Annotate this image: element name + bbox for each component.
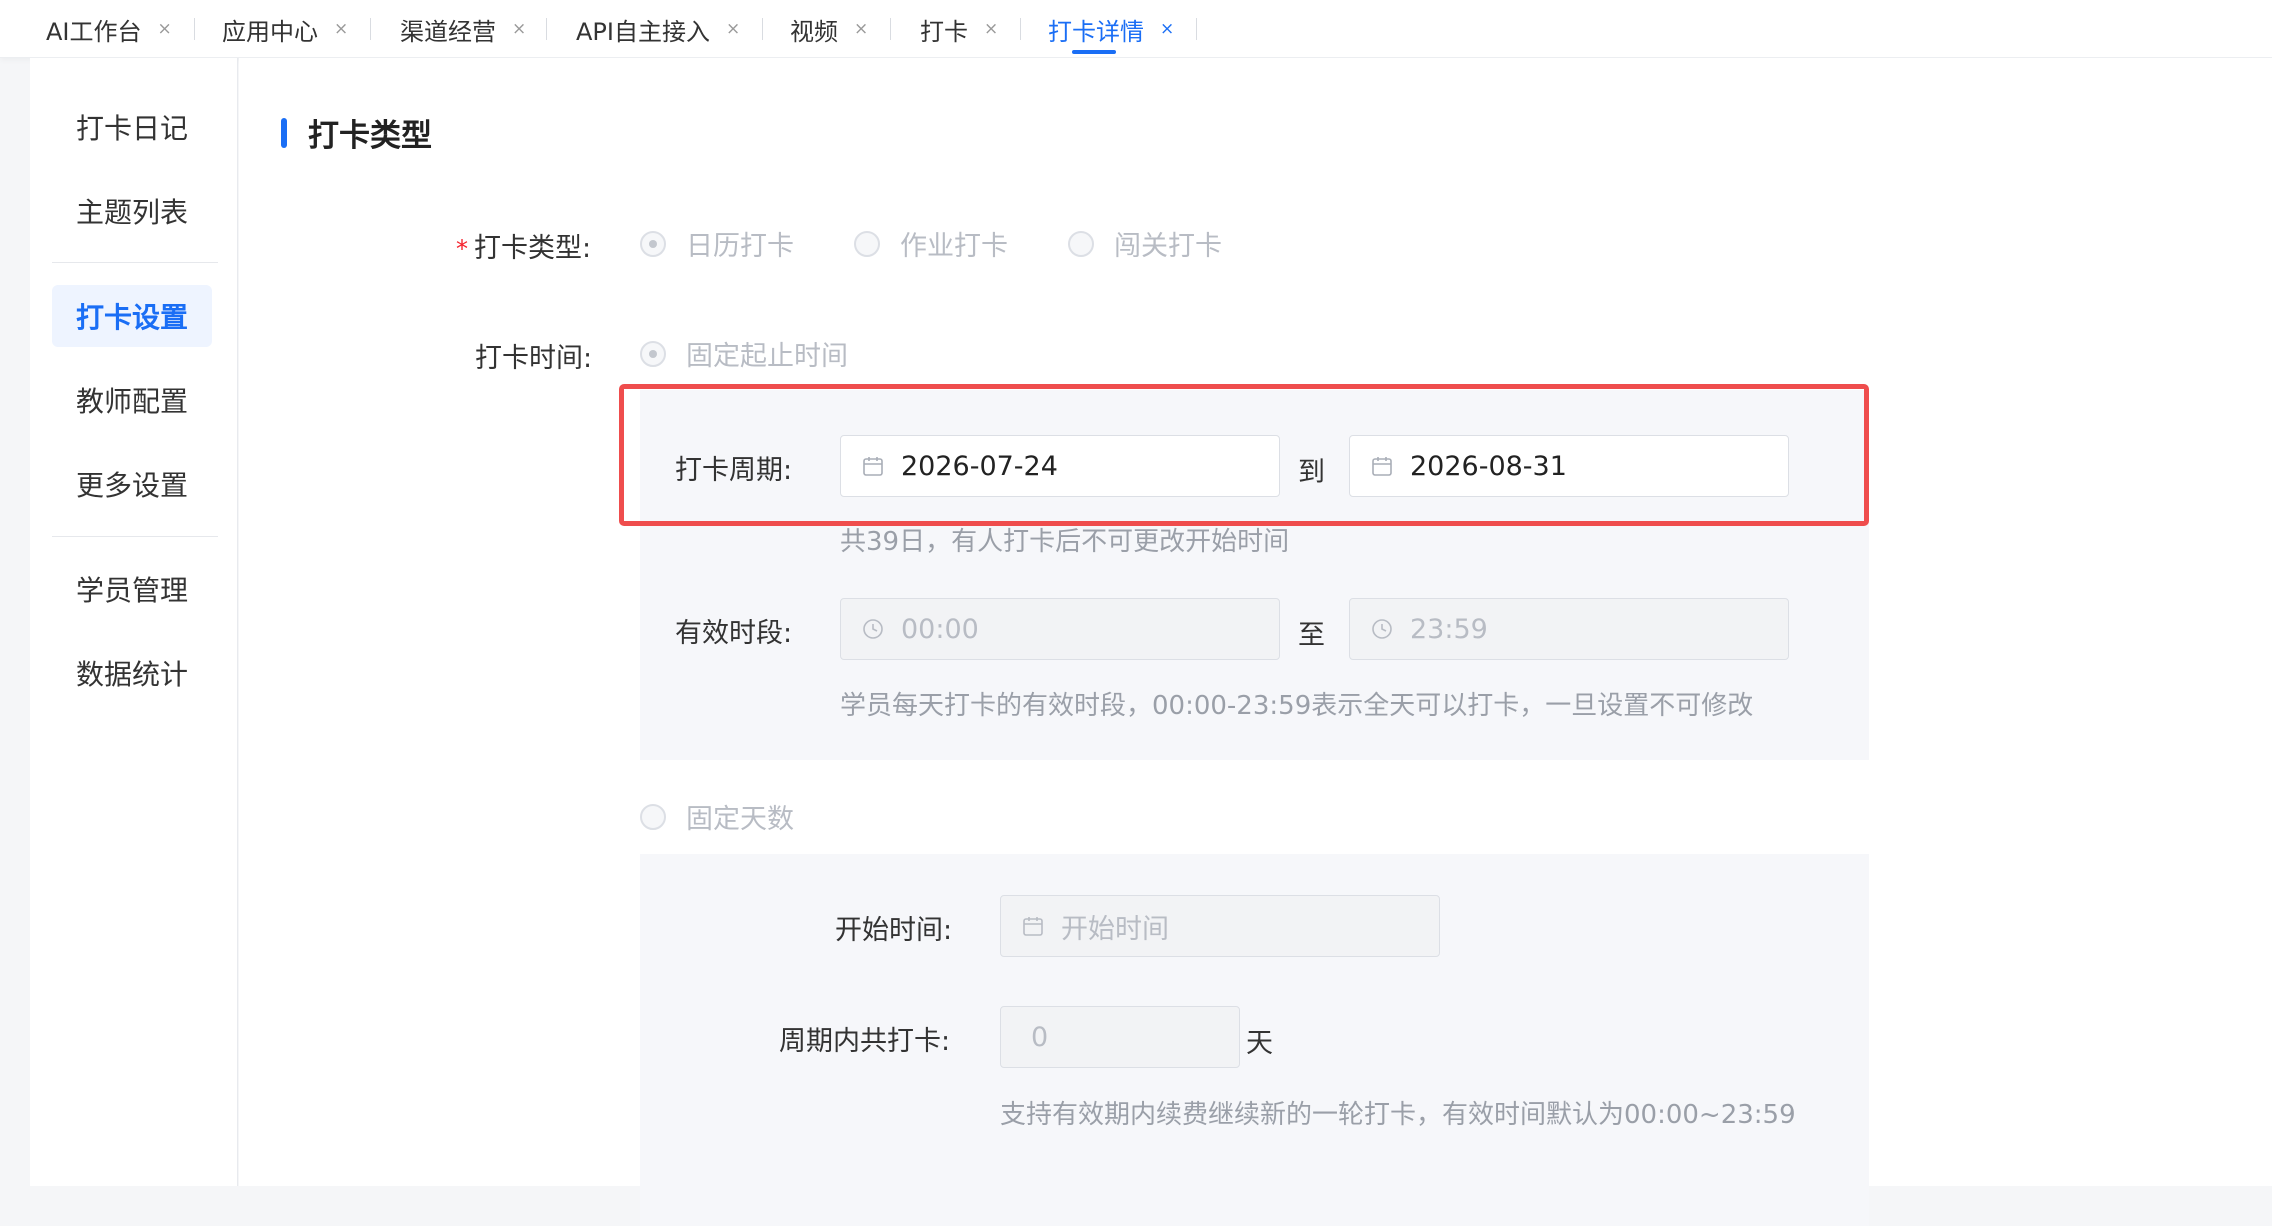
fixed-count-label: 周期内共打卡: (779, 1026, 951, 1057)
radio-label: 固定起止时间 (686, 341, 848, 372)
radio-dot-icon (640, 340, 666, 367)
radio-label: 日历打卡 (686, 231, 794, 262)
fixed-start-time-input[interactable]: 开始时间 (1000, 895, 1440, 957)
tab-checkin[interactable]: 打卡 × (920, 0, 998, 58)
sidebar-item-label: 教师配置 (76, 385, 189, 418)
radio-fixed-days[interactable]: 固定天数 (640, 797, 794, 836)
sidebar-item-checkin-settings[interactable]: 打卡设置 (52, 285, 212, 347)
radio-calendar-checkin[interactable]: 日历打卡 (640, 224, 794, 263)
valid-time-end-input[interactable]: 23:59 (1349, 598, 1789, 660)
close-icon[interactable]: × (158, 19, 172, 39)
tab-divider (194, 18, 195, 40)
main-content: 打卡类型 * 打卡类型: 日历打卡 作业打卡 闯关打卡 打卡时间: 固定起止时间 … (239, 58, 2272, 1226)
tab-checkin-detail[interactable]: 打卡详情 × (1048, 0, 1174, 58)
tab-label: API自主接入 (576, 17, 710, 46)
radio-label: 闯关打卡 (1114, 231, 1222, 262)
radio-level-checkin[interactable]: 闯关打卡 (1068, 224, 1222, 263)
sidebar-item-label: 打卡日记 (76, 112, 189, 145)
checkin-type-label-text: 打卡类型: (474, 233, 592, 264)
radio-dot-icon (640, 230, 666, 257)
tab-divider (1196, 18, 1197, 40)
close-icon[interactable]: × (334, 19, 348, 39)
sidebar-item-student-management[interactable]: 学员管理 (52, 558, 212, 620)
sidebar-item-topic-list[interactable]: 主题列表 (52, 180, 212, 242)
valid-time-start-value: 00:00 (901, 613, 979, 645)
valid-time-label: 有效时段: (675, 618, 793, 649)
radio-label: 固定天数 (686, 804, 794, 835)
tab-video[interactable]: 视频 × (790, 0, 868, 58)
clock-icon (1372, 619, 1392, 639)
fixed-days-hint: 支持有效期内续费继续新的一轮打卡，有效时间默认为00:00~23:59 (1000, 1100, 1796, 1130)
radio-dot-icon (1068, 230, 1094, 257)
fixed-count-input[interactable]: 0 (1000, 1006, 1240, 1068)
radio-label: 作业打卡 (900, 231, 1008, 262)
sidebar-item-label: 打卡设置 (76, 301, 189, 334)
checkin-time-radio-fixed-days-group: 固定天数 (640, 797, 854, 836)
valid-time-separator: 至 (1298, 620, 1325, 651)
valid-time-start-input[interactable]: 00:00 (840, 598, 1280, 660)
tab-divider (1020, 18, 1021, 40)
sidebar: 打卡日记 主题列表 打卡设置 教师配置 更多设置 学员管理 数据统计 (30, 58, 238, 1186)
radio-homework-checkin[interactable]: 作业打卡 (854, 224, 1008, 263)
tab-divider (890, 18, 891, 40)
tab-label: 打卡 (920, 17, 968, 46)
tab-divider (370, 18, 371, 40)
radio-dot-icon (854, 230, 880, 257)
close-icon[interactable]: × (512, 19, 526, 39)
sidebar-item-checkin-diary[interactable]: 打卡日记 (52, 96, 212, 158)
active-tab-indicator (1072, 50, 1116, 54)
required-mark: * (456, 235, 468, 263)
period-hint: 共39日，有人打卡后不可更改开始时间 (840, 527, 1290, 557)
valid-time-hint: 学员每天打卡的有效时段，00:00-23:59表示全天可以打卡，一旦设置不可修改 (840, 691, 1754, 721)
radio-fixed-range[interactable]: 固定起止时间 (640, 334, 848, 373)
tab-bar: AI工作台 × 应用中心 × 渠道经营 × API自主接入 × 视频 × 打卡 … (0, 0, 2272, 58)
sidebar-item-label: 主题列表 (76, 196, 189, 229)
fixed-count-unit: 天 (1246, 1028, 1273, 1059)
checkin-time-radio-fixed-range-group: 固定起止时间 (640, 334, 908, 373)
sidebar-item-label: 数据统计 (76, 658, 189, 691)
tab-label: 视频 (790, 17, 838, 46)
tab-label: 打卡详情 (1048, 17, 1144, 46)
sidebar-divider (52, 262, 218, 263)
tab-api-access[interactable]: API自主接入 × (576, 0, 740, 58)
clock-icon (863, 619, 883, 639)
checkin-time-label: 打卡时间: (475, 343, 593, 374)
tab-channel[interactable]: 渠道经营 × (400, 0, 526, 58)
valid-time-end-value: 23:59 (1410, 613, 1488, 645)
section-accent-bar (281, 118, 287, 148)
sidebar-item-statistics[interactable]: 数据统计 (52, 642, 212, 704)
tab-divider (762, 18, 763, 40)
tab-label: AI工作台 (46, 17, 142, 46)
close-icon[interactable]: × (984, 19, 998, 39)
checkin-type-label: * 打卡类型: (456, 226, 591, 265)
calendar-icon (1023, 917, 1043, 936)
sidebar-item-label: 学员管理 (76, 574, 189, 607)
sidebar-item-more-settings[interactable]: 更多设置 (52, 453, 212, 515)
radio-dot-icon (640, 803, 666, 830)
highlight-box (619, 384, 1869, 526)
tab-label: 应用中心 (222, 17, 318, 46)
checkin-type-radio-group: 日历打卡 作业打卡 闯关打卡 (640, 224, 1282, 263)
section-title: 打卡类型 (308, 118, 432, 154)
tab-app-center[interactable]: 应用中心 × (222, 0, 348, 58)
sidebar-divider (52, 536, 218, 537)
tab-divider (546, 18, 547, 40)
sidebar-item-label: 更多设置 (76, 469, 189, 502)
fixed-start-time-placeholder: 开始时间 (1061, 913, 1169, 945)
close-icon[interactable]: × (854, 19, 868, 39)
sidebar-item-teacher-config[interactable]: 教师配置 (52, 369, 212, 431)
close-icon[interactable]: × (726, 19, 740, 39)
tab-label: 渠道经营 (400, 17, 496, 46)
tab-ai-workbench[interactable]: AI工作台 × (46, 0, 172, 58)
fixed-count-value: 0 (1031, 1021, 1049, 1053)
close-icon[interactable]: × (1160, 19, 1174, 39)
fixed-start-time-label: 开始时间: (835, 915, 953, 946)
